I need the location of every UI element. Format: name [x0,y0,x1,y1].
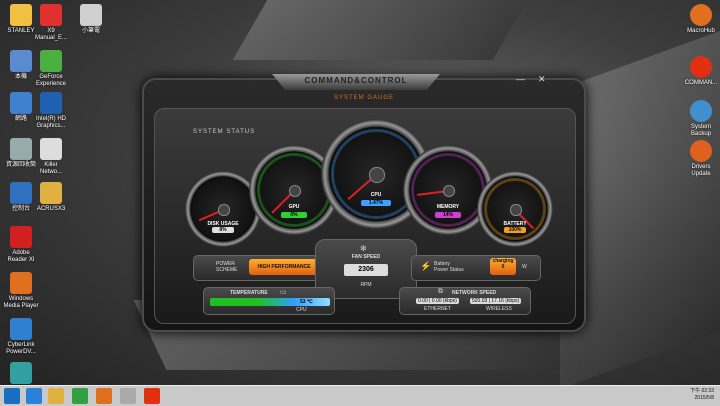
desktop-icon[interactable]: MacroHub [672,4,720,35]
lightning-icon: ⚡ [420,261,432,271]
wireless-value: 520.03 | 17.16 (kbps) [470,298,522,304]
battery-power-unit: W [522,264,527,270]
gauge-hub [369,167,385,183]
system-gauge-panel: SYSTEM STATUS DISK USAGE 8% GPU 0% CPU 1.47% M… [154,108,576,324]
desktop-icon[interactable]: Killer Netwo... [22,138,80,176]
desktop-app-icon [40,50,62,72]
desktop-icon-label: Intel(R) HD Graphics... [35,116,66,129]
windows-start-icon[interactable] [4,388,20,404]
desktop-icon-label: CyberLink PowerDV... [6,342,36,355]
gauge-value: 1.47% [360,200,392,207]
desktop-icon-label: Adobe Reader XI [7,250,35,263]
desktop-app-icon [690,4,712,26]
clock-time: 下午 02:33 [690,388,714,394]
power-scheme-value[interactable]: HIGH PERFORMANCE [249,259,319,275]
desktop-app-icon [690,140,712,162]
desktop-icon[interactable]: CyberLink PowerDV... [0,318,50,356]
desktop-icon[interactable]: COMMAN... [672,56,720,87]
gauge-battery: BATTERY 100% [477,171,553,247]
system-status-label: SYSTEM STATUS [193,129,256,135]
gauge-hub [218,204,230,216]
desktop-icon-label: Drivers Update [691,164,711,177]
desktop-app-icon [80,4,102,26]
gauge-value: 8% [212,227,234,234]
desktop-icon-label: COMMAN... [684,80,718,86]
gauge-value: 14% [435,211,461,218]
desktop-icon-label: MacroHub [687,28,715,34]
battery-power-box: ⚡ Battery Power Status charging 0 W [411,255,541,281]
network-speed-label: NETWORK SPEED [452,290,497,296]
desktop-icon[interactable] [0,362,50,385]
battery-power-value: charging 0 [490,258,516,275]
desktop-app-icon [40,92,62,114]
network-icon: ⧉ [438,288,443,295]
window-title: COMMAND&CONTROL [304,76,408,85]
desktop-app-icon [40,4,62,26]
power-scheme-label: POWER SCHEME [216,261,238,273]
desktop-app-icon [10,318,32,340]
desktop-icon[interactable]: Drivers Update [672,140,720,178]
desktop-icon[interactable]: Intel(R) HD Graphics... [22,92,80,130]
internet-explorer-icon[interactable] [26,388,42,404]
minimize-button[interactable]: — [516,74,525,84]
gauge-value: 0% [281,211,307,218]
wallpaper-blade [232,0,528,60]
temperature-box: TEMPERATURE ▭ 53 ℃ CPU [203,287,335,315]
desktop-app-icon [40,138,62,160]
app-icon[interactable] [120,388,136,404]
app-icon[interactable] [96,388,112,404]
desktop-icon[interactable]: System Backup [672,100,720,138]
desktop-icon-label: GeForce Experience [35,74,67,87]
system-clock[interactable]: 下午 02:33 2015/5/8 [690,388,714,402]
desktop-app-icon [10,226,32,248]
clock-date: 2015/5/8 [694,395,714,401]
ethernet-value: 0.00 | 0.00 (kbps) [416,298,459,304]
fan-speed-label: FAN SPEED [351,254,381,260]
thermometer-icon: ▭ [280,289,287,296]
gauge-hub [510,204,522,216]
desktop-icon[interactable]: ACRUSX3 [22,182,80,213]
network-speed-box: ⧉ NETWORK SPEED 0.00 | 0.00 (kbps) 520.0… [399,287,531,315]
desktop-icon-label: System Backup [690,124,711,137]
ethernet-label: ETHERNET [424,306,451,312]
fan-icon: ✻ [360,244,367,253]
desktop-icon-label: 小筆電 [81,28,100,34]
temperature-value: 53 ℃ [300,299,313,305]
file-explorer-icon[interactable] [48,388,64,404]
desktop-app-icon [690,100,712,122]
power-scheme-box: POWER SCHEME HIGH PERFORMANCE [193,255,323,281]
desktop-icon[interactable]: 小筆電 [62,4,120,35]
desktop-icon-label: Killer Netwo... [39,162,62,175]
desktop-icon[interactable]: Windows Media Player [0,272,50,310]
desktop-icon-label: ACRUSX3 [36,206,66,212]
taskbar: 下午 02:33 2015/5/8 [0,385,720,406]
window-subtitle: SYSTEM GAUGE [333,95,394,101]
gauge-value: 100% [504,227,526,234]
desktop-icon[interactable]: Adobe Reader XI [0,226,50,264]
gauge-label: GPU [288,204,300,211]
command-control-taskbar-icon[interactable] [144,388,160,404]
desktop-app-icon [40,182,62,204]
desktop-app-icon [690,56,712,78]
desktop-icon-label: Windows Media Player [3,296,39,309]
desktop-icon[interactable]: GeForce Experience [22,50,80,88]
temperature-label: TEMPERATURE [230,290,268,296]
store-icon[interactable] [72,388,88,404]
wireless-label: WIRELESS [486,306,512,312]
close-button[interactable]: ✕ [538,74,546,85]
fan-speed-value: 2306 [344,264,388,276]
temperature-source: CPU [296,307,307,313]
battery-power-label: Battery Power Status [434,261,464,273]
desktop-app-icon [10,362,32,384]
desktop-app-icon [10,272,32,294]
command-control-window[interactable]: COMMAND&CONTROL — ✕ SYSTEM GAUGE SYSTEM … [142,74,586,332]
